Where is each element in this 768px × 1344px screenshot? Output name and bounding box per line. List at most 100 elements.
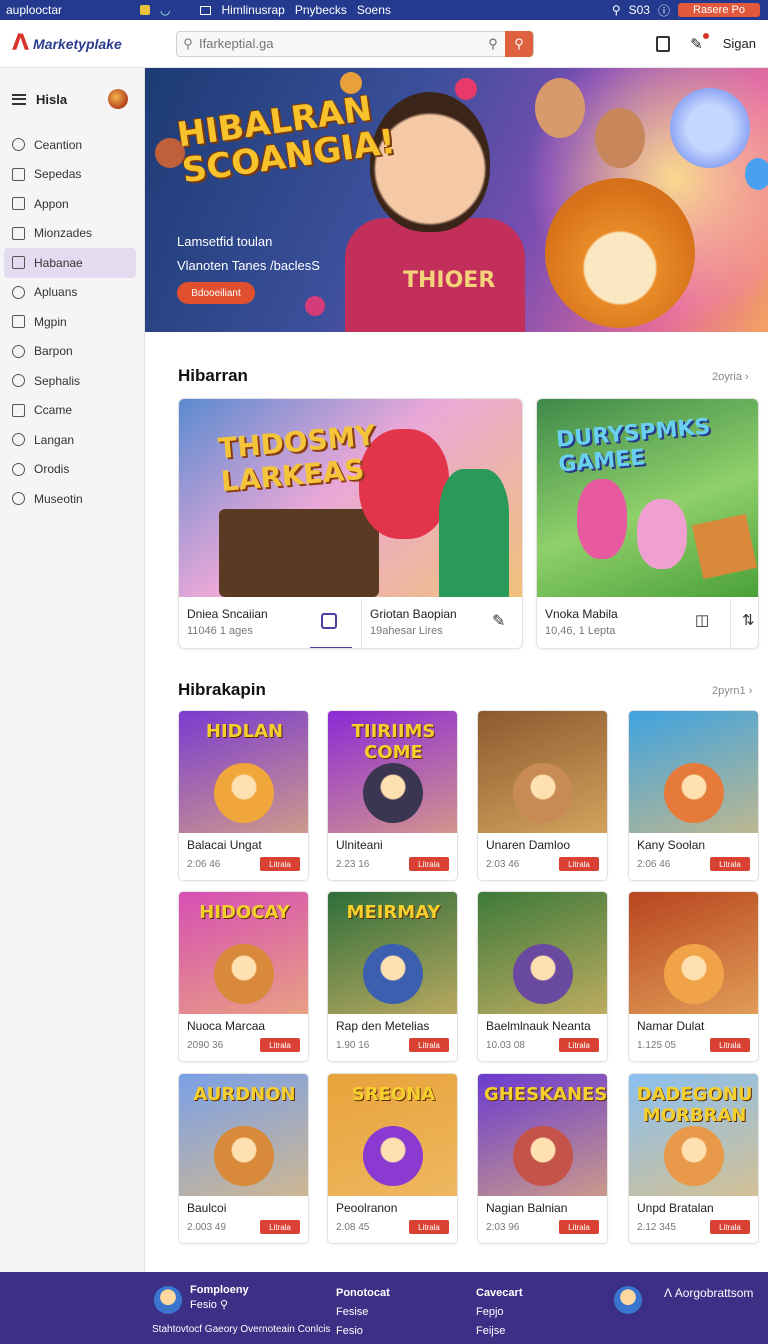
game-card[interactable]: MEIRMAY Rap den Metelias 1.90 16 Litrala [327, 891, 458, 1062]
footer-link[interactable]: Feijse [476, 1322, 522, 1341]
character-icon [664, 1126, 724, 1186]
sidebar-item[interactable]: Mgpin [0, 307, 144, 337]
game-tag-button[interactable]: Litrala [260, 1038, 300, 1052]
grid-icon [12, 315, 25, 329]
sidebar-item[interactable]: Appon [0, 189, 144, 219]
game-tag-button[interactable]: Litrala [409, 1038, 449, 1052]
sidebar-item[interactable]: Ccame [0, 396, 144, 426]
sidebar-item[interactable]: Museotin [0, 484, 144, 514]
sidebar-item[interactable]: Orodis [0, 455, 144, 485]
sidebar-item[interactable]: Mionzades [0, 219, 144, 249]
sidebar-item[interactable]: Langan [0, 425, 144, 455]
featured-card[interactable]: THDOSMY LARKEAS Dniea Sncaiian 11046 1 a… [178, 398, 523, 649]
game-count: 1.90 16 [336, 1040, 370, 1051]
game-tag-button[interactable]: Litrala [260, 857, 300, 871]
menu-icon[interactable] [12, 93, 26, 105]
record-button[interactable]: Rasere Po [678, 3, 760, 17]
game-tag-button[interactable]: Litrala [710, 857, 750, 871]
girl-character-shirt: THIOER [345, 218, 525, 332]
game-tag-button[interactable]: Litrala [710, 1220, 750, 1234]
game-card[interactable]: DADEGONU MORBRAN Unpd Bratalan 2.12 345 Lit… [628, 1073, 759, 1244]
game-card[interactable]: TIIRIIMS COME Ulniteani 2.23 16 Litrala [327, 710, 458, 881]
game-card[interactable]: Namar Dulat 1.125 05 Litrala [628, 891, 759, 1062]
game-art-title: MEIRMAY [346, 902, 441, 923]
folder-icon[interactable] [140, 5, 150, 15]
search-input[interactable] [199, 36, 481, 51]
search-icon[interactable]: ⚲ [612, 3, 621, 17]
game-tag-button[interactable]: Litrala [559, 1038, 599, 1052]
game-tag-button[interactable]: Litrala [710, 1038, 750, 1052]
game-card[interactable]: Unaren Damloo 2:03 46 Litrala [477, 710, 608, 881]
sidebar-item-label: Sephalis [34, 373, 81, 388]
footer-brand[interactable]: Λ Aorgobrattsom [664, 1286, 753, 1300]
sidebar-item[interactable]: Apluans [0, 278, 144, 308]
search-submit-button[interactable]: ⚲ [505, 30, 533, 57]
sidebar-item[interactable]: Ceantion [0, 130, 144, 160]
hero-subtitle-2: Vlanoten Tanes /baclesS [177, 258, 320, 273]
game-card[interactable]: GHESKANES Nagian Balnian 2:03 96 Litrala [477, 1073, 608, 1244]
section-more-link[interactable]: 2oyria › [712, 371, 749, 383]
featured-item[interactable]: Griotan Baopian 19ahesar Lires ✎ [362, 599, 522, 648]
logo[interactable]: Λ Marketyplake [0, 31, 176, 56]
tag-icon [12, 138, 25, 152]
footer-link[interactable]: Fesio ⚲ [190, 1298, 249, 1311]
featured-item-name: Dniea Sncaiian [187, 607, 268, 621]
active-underline [310, 647, 352, 648]
game-card[interactable]: HIDOCAY Nuoca Marcaa 2090 36 Litrala [178, 891, 309, 1062]
list-icon [12, 403, 25, 417]
game-tag-button[interactable]: Litrala [409, 1220, 449, 1234]
game-card[interactable]: Baelmlnauk Neanta 10.03 08 Litrala [477, 891, 608, 1062]
footer-link[interactable]: Fesise [336, 1303, 390, 1322]
window-icon[interactable] [200, 5, 212, 15]
game-tag-button[interactable]: Litrala [260, 1220, 300, 1234]
game-card[interactable]: HIDLAN Balacai Ungat 2:06 46 Litrala [178, 710, 309, 881]
search-icon[interactable]: ⚲ [481, 36, 505, 52]
game-tag-button[interactable]: Litrala [559, 857, 599, 871]
game-name: Kany Soolan [637, 838, 706, 852]
os-item-2[interactable]: Pnybecks [295, 3, 347, 17]
game-card[interactable]: Kany Soolan 2:06 46 Litrala [628, 710, 759, 881]
info-icon[interactable]: ⓘ [658, 2, 670, 19]
footer: Fomploeny Fesio ⚲ Stahtovtocf Gaeory Ove… [0, 1272, 768, 1344]
sidebar-item-label: Habanae [34, 255, 83, 270]
kid-character-icon [535, 78, 585, 138]
featured-card[interactable]: DURYSPMKS GAMEE Vnoka Mabila 10,46, 1 Le… [536, 398, 759, 649]
sidebar-item[interactable]: Barpon [0, 337, 144, 367]
featured-item-sub: 11046 1 ages [187, 625, 253, 637]
os-item-3[interactable]: Soens [357, 3, 391, 17]
bookmark-icon [12, 256, 25, 270]
hero-cta-button[interactable]: Bdooeiliant [177, 282, 255, 304]
candy-icon [305, 296, 325, 316]
featured-item[interactable]: Dniea Sncaiian 11046 1 ages [179, 599, 361, 648]
mascot-icon [614, 1286, 642, 1314]
sidebar-item[interactable]: Sepedas [0, 160, 144, 190]
game-tag-button[interactable]: Litrala [409, 857, 449, 871]
game-art-title: AURDNON [193, 1084, 296, 1105]
game-count: 2:06 46 [187, 859, 221, 870]
save-icon[interactable]: ◫ [695, 611, 709, 629]
game-count: 2.12 345 [637, 1222, 676, 1233]
game-art-title: HIDOCAY [199, 902, 290, 923]
game-name: Rap den Metelias [336, 1019, 430, 1033]
game-tag-button[interactable]: Litrala [559, 1220, 599, 1234]
sign-in-link[interactable]: Sigan [723, 36, 756, 51]
sidebar-item-label: Ceantion [34, 137, 83, 152]
sidebar-item[interactable]: Habanae [4, 248, 136, 278]
bookmark-icon[interactable] [656, 35, 671, 52]
sidebar-item[interactable]: Sephalis [0, 366, 144, 396]
share-icon[interactable]: ⇅ [742, 611, 755, 629]
section-more-link[interactable]: 2pyrn1 › [712, 685, 752, 697]
notification-icon[interactable]: ✎ [690, 32, 709, 53]
select-checkbox[interactable] [321, 613, 337, 629]
hero-banner[interactable]: THIOER HIBALRAN SCOANGIA! Lamsetfid toul… [145, 68, 768, 332]
os-item-1[interactable]: Himlinusrap [221, 3, 284, 17]
sidebar: Hisla Ceantion Sepedas Appon Mionzades Haban… [0, 68, 145, 1272]
featured-item[interactable]: Vnoka Mabila 10,46, 1 Lepta ◫ [537, 599, 729, 648]
game-card[interactable]: AURDNON Baulcoi 2.003 49 Litrala [178, 1073, 309, 1244]
footer-link[interactable]: Fepjo [476, 1303, 522, 1322]
footer-link[interactable]: Fesio [336, 1322, 390, 1341]
pencil-icon[interactable]: ✎ [492, 611, 505, 631]
game-card[interactable]: SREONA Peoolranon 2.08 45 Litrala [327, 1073, 458, 1244]
footer-legal[interactable]: Stahtovtocf Gaeory Overnoteain Conlcis [152, 1324, 330, 1335]
avatar[interactable] [108, 89, 128, 109]
